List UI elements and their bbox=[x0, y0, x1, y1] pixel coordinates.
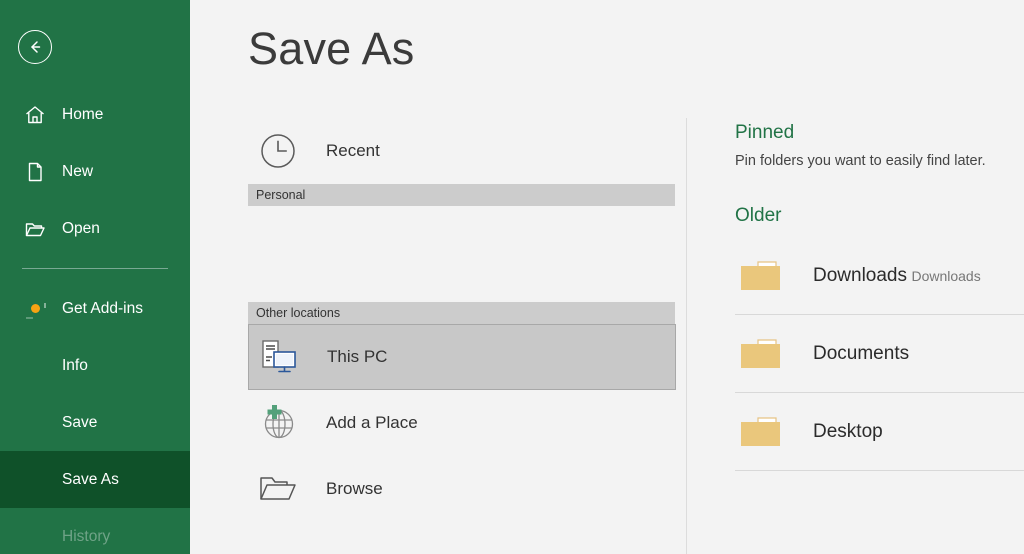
folder-icon bbox=[735, 335, 787, 373]
pinned-heading: Pinned bbox=[735, 122, 1024, 144]
folder-icon bbox=[735, 413, 787, 451]
sidebar-item-label: Save bbox=[62, 414, 97, 432]
folder-list: Downloads Downloads Documents bbox=[735, 237, 1024, 471]
clock-icon bbox=[254, 130, 302, 172]
sidebar-item-label: New bbox=[62, 163, 93, 181]
folder-path: Downloads bbox=[911, 268, 980, 284]
this-pc-icon bbox=[255, 337, 303, 377]
section-header-personal: Personal bbox=[248, 184, 675, 206]
places-column: Recent Personal Other locations bbox=[190, 118, 687, 554]
place-label: Add a Place bbox=[326, 413, 418, 433]
save-as-backstage: Home New Open bbox=[0, 0, 1024, 554]
pinned-hint: Pin folders you want to easily find late… bbox=[735, 153, 1024, 169]
browse-icon bbox=[254, 471, 302, 507]
sidebar-item-open[interactable]: Open bbox=[0, 200, 190, 257]
addin-icon bbox=[22, 296, 48, 322]
place-this-pc[interactable]: This PC bbox=[248, 324, 676, 390]
sidebar-item-label: Open bbox=[62, 220, 100, 238]
sidebar-item-save[interactable]: Save bbox=[0, 394, 190, 451]
home-icon bbox=[22, 102, 48, 128]
add-place-icon bbox=[254, 403, 302, 443]
sidebar-nav-list: Home New Open bbox=[0, 86, 190, 554]
content-columns: Recent Personal Other locations bbox=[190, 118, 1024, 554]
section-header-label: Personal bbox=[256, 188, 305, 202]
sidebar-item-get-add-ins[interactable]: Get Add-ins bbox=[0, 280, 190, 337]
page-title: Save As bbox=[248, 22, 415, 76]
sidebar-item-info[interactable]: Info bbox=[0, 337, 190, 394]
folder-text: Downloads Downloads bbox=[813, 265, 981, 287]
sidebar-item-label: Save As bbox=[62, 471, 119, 489]
sidebar-item-history: History bbox=[0, 508, 190, 554]
folder-row[interactable]: Downloads Downloads bbox=[735, 237, 1024, 315]
backstage-sidebar: Home New Open bbox=[0, 0, 190, 554]
place-browse[interactable]: Browse bbox=[248, 456, 677, 522]
folder-row[interactable]: Documents bbox=[735, 315, 1024, 393]
back-arrow-button[interactable] bbox=[18, 30, 52, 64]
section-header-other-locations: Other locations bbox=[248, 302, 675, 324]
backstage-main: Save As Recent Personal bbox=[190, 0, 1024, 554]
sidebar-item-label: Get Add-ins bbox=[62, 300, 143, 318]
folder-text: Documents bbox=[813, 343, 909, 365]
place-label: Browse bbox=[326, 479, 383, 499]
folder-name: Downloads bbox=[813, 265, 907, 286]
folder-icon bbox=[735, 257, 787, 295]
folders-column: Pinned Pin folders you want to easily fi… bbox=[687, 118, 1024, 554]
sidebar-item-save-as[interactable]: Save As bbox=[0, 451, 190, 508]
place-label: Recent bbox=[326, 141, 380, 161]
sidebar-divider bbox=[22, 268, 168, 269]
folder-text: Desktop bbox=[813, 421, 883, 443]
folder-name: Documents bbox=[813, 343, 909, 364]
place-label: This PC bbox=[327, 347, 387, 367]
older-heading: Older bbox=[735, 205, 1024, 227]
personal-empty-area bbox=[248, 206, 677, 302]
place-add-a-place[interactable]: Add a Place bbox=[248, 390, 677, 456]
page-icon bbox=[22, 159, 48, 185]
sidebar-item-label: Home bbox=[62, 106, 103, 124]
section-header-label: Other locations bbox=[256, 306, 340, 320]
sidebar-item-label: History bbox=[62, 528, 110, 546]
sidebar-item-label: Info bbox=[62, 357, 88, 375]
folder-row[interactable]: Desktop bbox=[735, 393, 1024, 471]
sidebar-item-home[interactable]: Home bbox=[0, 86, 190, 143]
back-arrow-icon bbox=[26, 38, 44, 56]
sidebar-item-new[interactable]: New bbox=[0, 143, 190, 200]
folder-open-icon bbox=[22, 216, 48, 242]
folder-name: Desktop bbox=[813, 421, 883, 442]
place-recent[interactable]: Recent bbox=[248, 118, 677, 184]
